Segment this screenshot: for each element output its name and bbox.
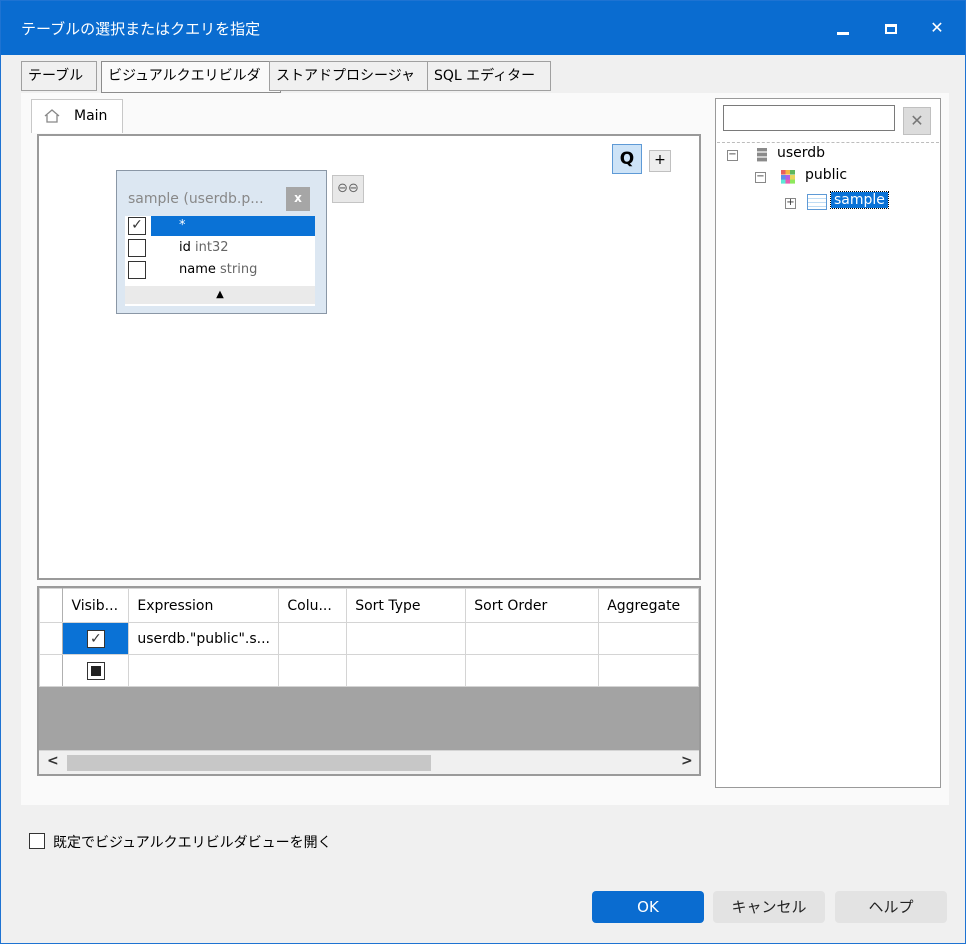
open-default-checkbox[interactable] xyxy=(29,833,45,849)
row-header-corner xyxy=(39,588,64,623)
collapse-up-icon[interactable]: ▲ xyxy=(125,286,315,304)
tab-main-label: Main xyxy=(74,108,108,124)
tree-node-sample[interactable]: + sample xyxy=(785,191,915,214)
cell-sort-type[interactable] xyxy=(346,622,467,655)
cell-sort-order[interactable] xyxy=(465,622,600,655)
help-button[interactable]: ヘルプ xyxy=(835,891,947,923)
field-checkbox[interactable] xyxy=(128,239,146,257)
title-bar: テーブルの選択またはクエリを指定 ✕ xyxy=(1,1,965,55)
table-box-title: sample (userdb.p... xyxy=(128,191,264,207)
home-icon xyxy=(44,109,60,123)
tab-table[interactable]: テーブル xyxy=(21,61,97,91)
table-box-sample[interactable]: sample (userdb.p... x ✓ * id int32 name … xyxy=(116,170,327,314)
tree-node-userdb[interactable]: − userdb xyxy=(727,145,927,166)
field-checkbox[interactable] xyxy=(128,261,146,279)
tab-sql-editor[interactable]: SQL エディター xyxy=(427,61,551,91)
ok-button[interactable]: OK xyxy=(592,891,704,923)
scrollbar-thumb[interactable] xyxy=(67,755,431,771)
field-cell: * xyxy=(151,216,315,236)
field-type: int32 xyxy=(195,240,229,255)
table-icon xyxy=(807,194,827,210)
cell-aggregate[interactable] xyxy=(598,622,699,655)
cell-column[interactable] xyxy=(278,622,348,655)
field-row-star[interactable]: ✓ * xyxy=(125,216,315,236)
maximize-icon xyxy=(885,23,897,34)
field-row-id[interactable]: id int32 xyxy=(125,238,315,258)
minimize-button[interactable] xyxy=(821,11,865,45)
tree-search-input[interactable] xyxy=(723,105,895,131)
cell-sort-order[interactable] xyxy=(465,654,600,687)
expand-icon[interactable]: + xyxy=(785,198,796,209)
field-list: ✓ * id int32 name string ▲ xyxy=(125,216,315,306)
field-cell: name string xyxy=(151,260,315,280)
link-icon[interactable]: ⊖⊖ xyxy=(332,175,364,203)
field-name: id xyxy=(179,240,191,255)
close-button[interactable]: ✕ xyxy=(915,11,959,45)
col-header-aggregate[interactable]: Aggregate xyxy=(598,588,699,623)
scroll-left-icon[interactable]: < xyxy=(47,753,59,769)
indeterminate-icon xyxy=(90,665,101,676)
col-header-column[interactable]: Colu... xyxy=(278,588,348,623)
visible-checkbox[interactable]: ✓ xyxy=(86,629,105,648)
cell-visible[interactable]: ✓ xyxy=(62,622,130,655)
collapse-icon[interactable]: − xyxy=(755,172,766,183)
tab-stored-procedure[interactable]: ストアドプロシージャ xyxy=(269,61,443,91)
maximize-button[interactable] xyxy=(869,11,913,45)
table-box-close-button[interactable]: x xyxy=(286,187,310,211)
dialog-window: テーブルの選択またはクエリを指定 ✕ テーブル ビジュアルクエリビルダ ストアド… xyxy=(0,0,966,944)
criteria-table: Visib... Expression Colu... Sort Type So… xyxy=(39,588,699,687)
row-header[interactable] xyxy=(39,622,64,655)
col-header-sort-type[interactable]: Sort Type xyxy=(346,588,467,623)
cell-aggregate[interactable] xyxy=(598,654,699,687)
tab-visual-query-builder[interactable]: ビジュアルクエリビルダ xyxy=(101,61,281,93)
tree-node-public[interactable]: − public xyxy=(755,167,935,188)
tree-node-label: userdb xyxy=(777,145,826,161)
field-name: * xyxy=(179,218,186,233)
close-icon: ✕ xyxy=(930,18,944,37)
col-header-expression[interactable]: Expression xyxy=(128,588,280,623)
window-title: テーブルの選択またはクエリを指定 xyxy=(21,20,261,38)
field-row-name[interactable]: name string xyxy=(125,260,315,280)
field-cell: id int32 xyxy=(151,238,315,258)
row-header[interactable] xyxy=(39,654,64,687)
cell-visible[interactable] xyxy=(62,654,130,687)
tree-node-label: public xyxy=(805,167,848,183)
criteria-grid: Visib... Expression Colu... Sort Type So… xyxy=(37,586,701,776)
cell-expression[interactable]: userdb."public".s... xyxy=(128,622,280,655)
schema-icon xyxy=(781,170,795,184)
horizontal-scrollbar[interactable]: < > xyxy=(39,750,699,774)
cell-sort-type[interactable] xyxy=(346,654,467,687)
database-icon xyxy=(757,148,767,162)
col-header-visible[interactable]: Visib... xyxy=(62,588,130,623)
scroll-right-icon[interactable]: > xyxy=(681,753,693,769)
collapse-icon[interactable]: − xyxy=(727,150,738,161)
field-name: name xyxy=(179,262,216,277)
cell-column[interactable] xyxy=(278,654,348,687)
grid-header-row: Visib... Expression Colu... Sort Type So… xyxy=(39,588,699,623)
minimize-icon xyxy=(837,32,849,35)
open-default-label: 既定でビジュアルクエリビルダビューを開く xyxy=(53,835,332,851)
tree-node-label: sample xyxy=(830,191,889,209)
add-table-button[interactable]: + xyxy=(649,150,671,172)
field-checkbox[interactable]: ✓ xyxy=(128,217,146,235)
table-row[interactable]: ✓ userdb."public".s... xyxy=(39,622,699,655)
col-header-sort-order[interactable]: Sort Order xyxy=(465,588,600,623)
query-button[interactable]: Q xyxy=(612,144,642,174)
tree-separator xyxy=(717,142,939,143)
field-type: string xyxy=(220,262,258,277)
cell-expression[interactable] xyxy=(128,654,280,687)
visible-checkbox-indeterminate[interactable] xyxy=(86,661,105,680)
cancel-button[interactable]: キャンセル xyxy=(713,891,825,923)
table-row[interactable] xyxy=(39,654,699,687)
tab-main[interactable]: Main xyxy=(31,99,123,133)
clear-search-button[interactable]: ✕ xyxy=(903,107,931,135)
